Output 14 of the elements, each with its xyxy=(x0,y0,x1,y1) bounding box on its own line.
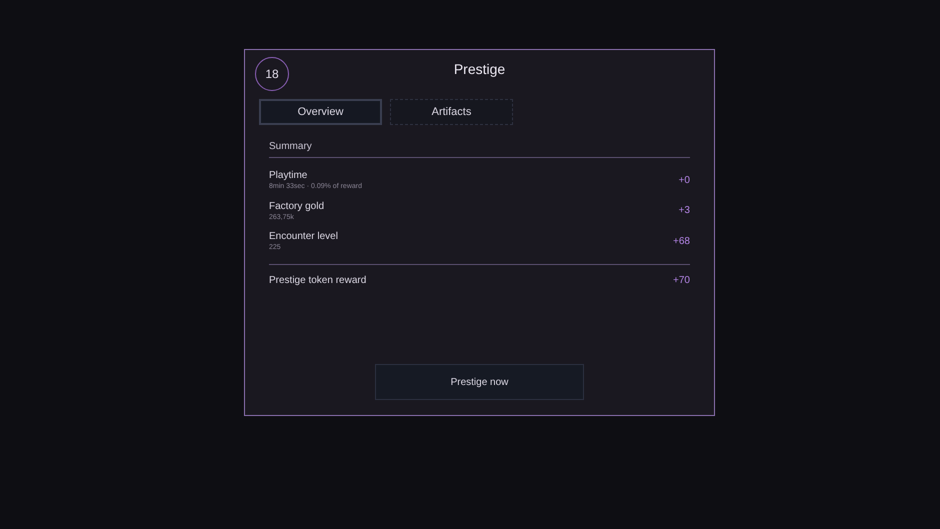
row-label: Factory gold xyxy=(269,200,324,212)
row-label: Encounter level xyxy=(269,231,338,242)
row-value: +0 xyxy=(678,174,690,186)
level-badge: 18 xyxy=(255,57,289,91)
row-value: +68 xyxy=(673,236,690,247)
prestige-button[interactable]: Prestige now xyxy=(375,364,584,400)
tab[interactable]: Overview xyxy=(259,99,382,125)
tab[interactable]: Artifacts xyxy=(390,99,513,125)
row-label: Playtime xyxy=(269,170,308,182)
total-value: +70 xyxy=(673,275,690,286)
dialog-title: Prestige xyxy=(454,61,506,77)
row-value: +3 xyxy=(678,205,690,216)
total-label: Prestige token reward xyxy=(269,275,366,286)
section-title: Summary xyxy=(269,141,313,152)
